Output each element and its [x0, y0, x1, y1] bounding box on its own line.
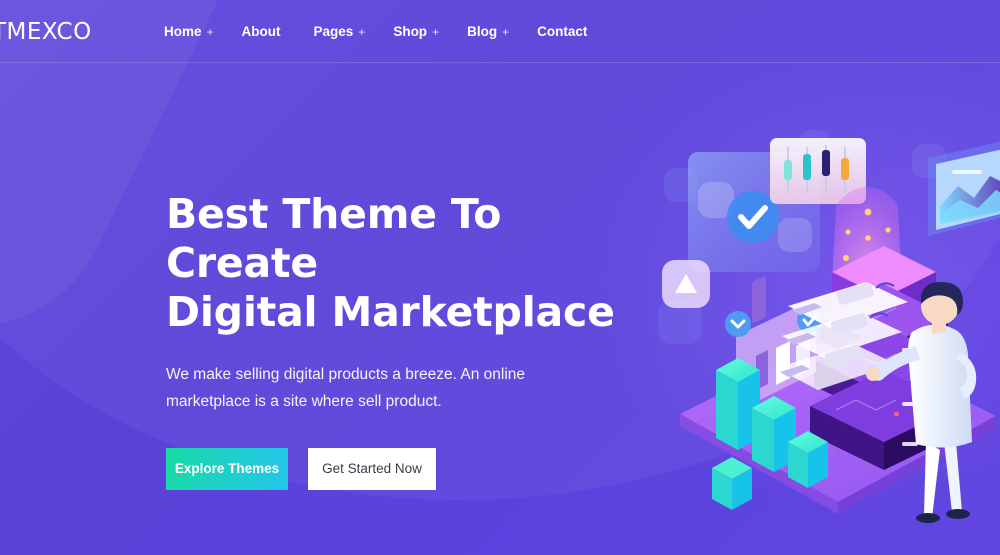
- chevron-plus-icon: +: [206, 24, 214, 39]
- hero-paragraph: We make selling digital products a breez…: [166, 362, 546, 415]
- nav-item-pages[interactable]: Pages +: [314, 24, 366, 39]
- nav-item-label: Home: [164, 24, 202, 39]
- hero-heading: Best Theme To Create Digital Marketplace: [166, 190, 636, 336]
- nav-item-label: Blog: [467, 24, 498, 39]
- nav-item-label: Shop: [393, 24, 428, 39]
- nav-item-label: Pages: [313, 24, 354, 39]
- chevron-plus-icon: +: [502, 24, 510, 39]
- nav-item-blog[interactable]: Blog +: [467, 24, 509, 39]
- site-logo[interactable]: TMEXCO: [0, 19, 92, 45]
- hero-page: TMEXCO Home + About Pages + Shop + Blog …: [0, 0, 1000, 555]
- chevron-badge-icon: [725, 311, 751, 337]
- nav-item-label: About: [241, 24, 281, 39]
- nav-item-contact[interactable]: Contact: [537, 24, 592, 39]
- hero-paragraph-line-1: We make selling digital products a breez…: [166, 366, 526, 384]
- explore-themes-button[interactable]: Explore Themes: [166, 447, 288, 490]
- get-started-now-button[interactable]: Get Started Now: [308, 447, 436, 490]
- chevron-plus-icon: +: [358, 24, 366, 39]
- hero-button-group: Explore Themes Get Started Now: [166, 447, 636, 490]
- hero-heading-line-2: Digital Marketplace: [166, 287, 615, 336]
- small-cyan-cube: [712, 457, 752, 510]
- chevron-plus-icon: +: [432, 24, 440, 39]
- hero-illustration: [640, 120, 1000, 555]
- play-tile-icon: [662, 260, 710, 308]
- nav-item-about[interactable]: About: [242, 24, 286, 39]
- nav-item-home[interactable]: Home +: [164, 24, 214, 39]
- main-navigation: Home + About Pages + Shop + Blog + Conta…: [164, 0, 592, 63]
- hero-heading-line-1: Best Theme To Create: [166, 190, 502, 287]
- site-header: TMEXCO Home + About Pages + Shop + Blog …: [0, 0, 1000, 63]
- nav-item-shop[interactable]: Shop +: [393, 24, 439, 39]
- hero-paragraph-line-2: marketplace is a site where sell product…: [166, 393, 442, 410]
- hero-section: Best Theme To Create Digital Marketplace…: [166, 190, 636, 490]
- nav-item-label: Contact: [537, 24, 588, 39]
